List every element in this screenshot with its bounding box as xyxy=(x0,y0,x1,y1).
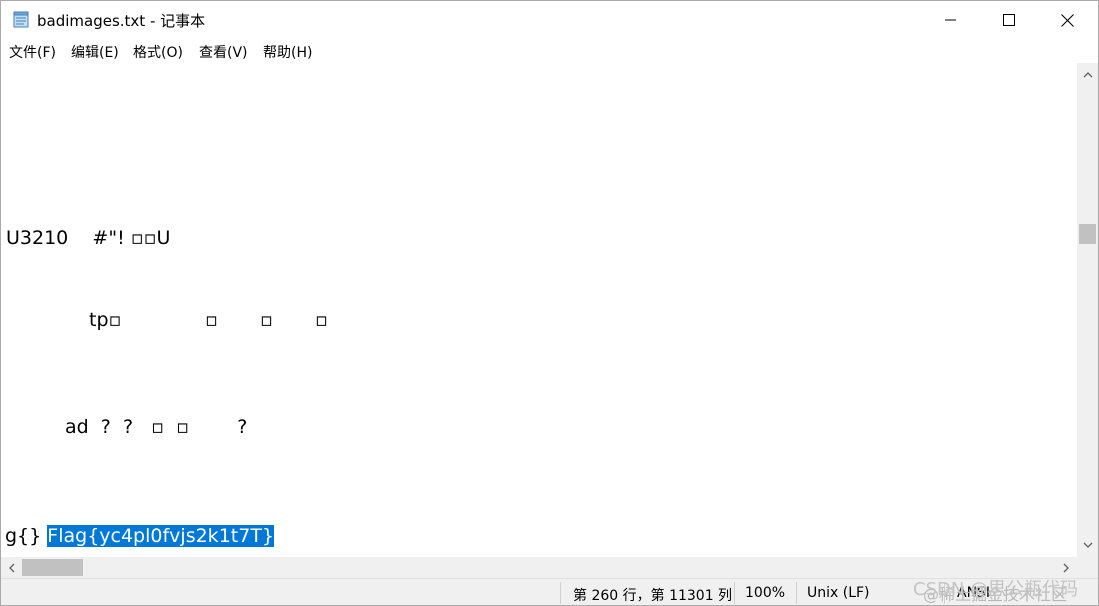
text-line: ▫ xyxy=(260,309,273,331)
menu-file[interactable]: 文件(F) xyxy=(9,42,56,62)
title-bar[interactable]: badimages.txt - 记事本 xyxy=(1,1,1098,39)
window-title: badimages.txt - 记事本 xyxy=(37,12,206,30)
notepad-window: badimages.txt - 记事本 文件(F) 编辑(E) 格式(O) 查看… xyxy=(0,0,1099,606)
line-ending: Unix (LF) xyxy=(807,585,870,601)
scroll-right-button[interactable] xyxy=(1058,559,1075,576)
selected-text[interactable]: Flag{yc4pl0fvjs2k1t7T} xyxy=(47,525,275,547)
notepad-icon xyxy=(13,11,29,28)
scroll-left-button[interactable] xyxy=(3,559,20,576)
chevron-left-icon xyxy=(9,563,15,572)
text-line: U3210 #"! ▫▫U xyxy=(6,227,171,249)
chevron-up-icon xyxy=(1083,72,1092,78)
menu-edit[interactable]: 编辑(E) xyxy=(71,42,119,62)
vertical-scrollbar[interactable] xyxy=(1077,63,1098,557)
maximize-button[interactable] xyxy=(980,1,1038,39)
zoom-level: 100% xyxy=(745,585,786,601)
minimize-icon xyxy=(945,19,956,21)
horizontal-scroll-thumb[interactable] xyxy=(22,559,83,576)
text-editor[interactable]: U3210 #"! ▫▫U tp▫ ▫ ▫ ▫ ad ? ? ▫ ▫ ? g{}… xyxy=(1,63,1077,557)
menu-view[interactable]: 查看(V) xyxy=(199,42,248,62)
text-line: ▫ xyxy=(315,309,328,331)
menu-bar: 文件(F) 编辑(E) 格式(O) 查看(V) 帮助(H) xyxy=(1,39,1098,63)
flag-line: g{} Flag{yc4pl0fvjs2k1t7T} xyxy=(5,525,275,547)
text-line: ad ? ? ▫ ▫ ? xyxy=(65,416,248,438)
status-divider xyxy=(796,582,797,604)
close-icon xyxy=(1060,13,1074,27)
vertical-scroll-thumb[interactable] xyxy=(1079,224,1096,244)
status-divider xyxy=(734,582,735,604)
minimize-button[interactable] xyxy=(922,1,980,39)
text-line: tp▫ xyxy=(89,309,122,331)
scroll-down-button[interactable] xyxy=(1079,537,1096,554)
text-line: g{} xyxy=(5,525,48,547)
watermark-line-2: CSDN @思公瓶代码 xyxy=(913,579,1079,600)
status-divider xyxy=(560,582,561,604)
scrollbar-corner xyxy=(1077,557,1098,578)
maximize-icon xyxy=(1003,14,1015,26)
menu-format[interactable]: 格式(O) xyxy=(133,42,183,62)
close-button[interactable] xyxy=(1038,1,1096,39)
menu-help[interactable]: 帮助(H) xyxy=(263,42,312,62)
text-line: ▫ xyxy=(205,309,218,331)
chevron-down-icon xyxy=(1083,542,1092,548)
scroll-up-button[interactable] xyxy=(1079,66,1096,83)
chevron-right-icon xyxy=(1063,563,1069,572)
cursor-position: 第 260 行，第 11301 列 xyxy=(573,588,733,604)
